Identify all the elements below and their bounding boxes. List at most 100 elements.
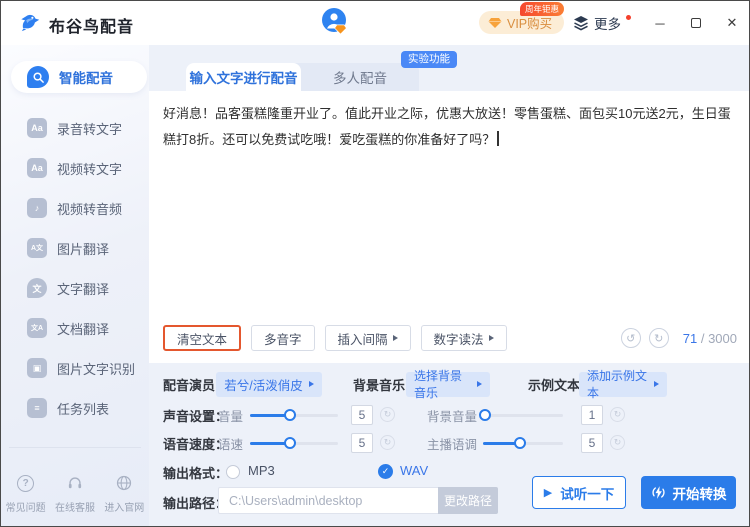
voice-actor-select[interactable]: 若兮/活泼俏皮 (216, 371, 322, 397)
sidebar-footer: ? 常见问题 在线客服 进入官网 (1, 473, 149, 514)
sample-text-select[interactable]: 添加示例文本 (579, 369, 667, 400)
question-icon: ? (17, 474, 35, 492)
sidebar-item-ocr[interactable]: ▣ 图片文字识别 (1, 348, 149, 388)
text-cursor (497, 131, 499, 146)
sidebar-item-label: 智能配音 (59, 71, 113, 86)
online-support-button[interactable]: 在线客服 (55, 473, 95, 514)
sidebar: 智能配音 Aa 录音转文字 Aa 视频转文字 ♪ 视频转音频 A文 图片翻译 文… (1, 45, 149, 526)
sidebar-item-smart-dubbing[interactable]: 智能配音 (11, 61, 147, 93)
wav-radio-checked-icon[interactable]: ✓ (378, 464, 393, 479)
play-icon: ▶ (543, 487, 553, 499)
polyphonic-button[interactable]: 多音字 (251, 325, 315, 351)
sidebar-item-label: 视频转音频 (57, 201, 123, 217)
speed-settings-row: 语音速度： 语速 5 ↻ 主播语调 5 ↻ (149, 430, 749, 456)
anniversary-badge: 周年钜惠 (520, 2, 565, 16)
speed-reset-icon[interactable]: ↻ (380, 435, 395, 450)
speed-slider[interactable] (250, 437, 338, 449)
sidebar-item-label: 录音转文字 (57, 121, 123, 137)
caret-right-icon (392, 335, 398, 341)
sidebar-item-video-to-audio[interactable]: ♪ 视频转音频 (1, 188, 149, 228)
speed-label: 语速 (218, 437, 244, 452)
wav-label[interactable]: WAV (400, 463, 428, 478)
voice-actor-row: 配音演员： 若兮/活泼俏皮 背景音乐 选择背景音乐 示例文本 添加示例文本 (149, 369, 749, 400)
volume-slider-knob[interactable] (284, 409, 297, 421)
output-format-label: 输出格式： (163, 465, 229, 481)
bg-volume-slider[interactable] (479, 409, 563, 421)
insert-pause-button[interactable]: 插入间隔 (324, 325, 411, 351)
caret-right-icon (654, 381, 659, 387)
image-translate-icon: A文 (27, 238, 47, 258)
sidebar-item-image-translate[interactable]: A文 图片翻译 (1, 228, 149, 268)
sidebar-item-audio-to-text[interactable]: Aa 录音转文字 (1, 108, 149, 148)
change-path-button[interactable]: 更改路径 (438, 487, 498, 514)
undo-icon[interactable]: ↺ (620, 328, 641, 348)
redo-icon[interactable]: ↻ (648, 328, 669, 348)
tab-text-dubbing[interactable]: 输入文字进行配音 (186, 63, 301, 91)
bg-volume-reset-icon[interactable]: ↻ (610, 407, 625, 422)
video-to-text-icon: Aa (27, 158, 47, 178)
tone-reset-icon[interactable]: ↻ (610, 435, 625, 450)
experimental-feature-badge: 实验功能 (401, 51, 457, 68)
doc-translate-icon: 文A (27, 318, 47, 338)
sample-text-label: 示例文本 (528, 377, 581, 393)
bg-volume-slider-knob[interactable] (479, 409, 491, 421)
sidebar-item-label: 视频转文字 (57, 161, 123, 177)
clear-text-button[interactable]: 清空文本 (163, 325, 242, 351)
bgm-label: 背景音乐 (353, 377, 406, 393)
official-website-button[interactable]: 进入官网 (104, 473, 144, 514)
caret-right-icon (308, 381, 314, 387)
tone-label: 主播语调 (427, 437, 478, 452)
tab-multi-voice[interactable]: 多人配音 (301, 63, 419, 91)
volume-value: 5 (351, 405, 373, 425)
vip-gem-icon (488, 17, 502, 28)
caret-right-icon (488, 335, 494, 341)
audio-to-text-icon: Aa (27, 118, 47, 138)
sidebar-item-task-list[interactable]: ≡ 任务列表 (1, 388, 149, 428)
caret-right-icon (477, 381, 482, 387)
user-avatar[interactable] (321, 7, 351, 39)
more-label: 更多 (594, 17, 621, 32)
volume-reset-icon[interactable]: ↻ (380, 407, 395, 422)
maximize-icon (691, 17, 701, 28)
more-menu-button[interactable]: 更多 (573, 13, 631, 33)
sidebar-item-label: 图片文字识别 (57, 361, 136, 377)
titlebar: 布谷鸟配音 VIP购买 周年钜惠 更多 ─ ✕ (1, 1, 749, 45)
dubbing-text-input[interactable]: 好消息！品客蛋糕隆重开业了。值此开业之际，优惠大放送！零售蛋糕、面包买10元送2… (163, 101, 739, 153)
sidebar-divider (9, 447, 141, 448)
preview-button[interactable]: ▶ 试听一下 (532, 476, 626, 509)
sound-settings-row: 声音设置： 音量 5 ↻ 背景音量 1 ↻ (149, 402, 749, 428)
mp3-label[interactable]: MP3 (248, 463, 275, 478)
close-button[interactable]: ✕ (725, 15, 739, 31)
volume-slider[interactable] (250, 409, 338, 421)
start-convert-button[interactable]: 开始转换 (641, 476, 736, 509)
avatar-vip-badge-icon (334, 24, 347, 35)
speed-value: 5 (351, 433, 373, 453)
headset-icon (65, 473, 85, 493)
mp3-radio[interactable] (226, 465, 240, 479)
app-logo-bird-icon (21, 14, 40, 32)
text-editor-panel: 好消息！品客蛋糕隆重开业了。值此开业之际，优惠大放送！零售蛋糕、面包买10元送2… (149, 91, 749, 363)
sidebar-item-label: 文档翻译 (57, 321, 110, 337)
char-counter: 71 / 3000 (682, 330, 737, 346)
app-window: 布谷鸟配音 VIP购买 周年钜惠 更多 ─ ✕ 智能配音 Aa 录音转文字 Aa… (0, 0, 750, 527)
output-path-input[interactable] (218, 487, 438, 514)
tone-slider[interactable] (483, 437, 563, 449)
tab-bar: 输入文字进行配音 多人配音 (186, 63, 419, 91)
bgm-select[interactable]: 选择背景音乐 (406, 369, 490, 400)
layers-stack-icon (574, 16, 588, 31)
sidebar-item-label: 文字翻译 (57, 281, 110, 297)
minimize-button[interactable]: ─ (653, 16, 667, 31)
number-reading-button[interactable]: 数字读法 (420, 325, 507, 351)
sidebar-item-text-translate[interactable]: 文 文字翻译 (1, 268, 149, 308)
faq-button[interactable]: ? 常见问题 (6, 473, 46, 514)
sidebar-item-doc-translate[interactable]: 文A 文档翻译 (1, 308, 149, 348)
bg-volume-label: 背景音量 (427, 409, 478, 424)
video-to-audio-icon: ♪ (27, 198, 47, 218)
speed-slider-knob[interactable] (284, 437, 297, 449)
notification-dot (626, 15, 631, 20)
volume-label: 音量 (218, 409, 244, 424)
globe-icon (114, 473, 134, 493)
tone-slider-knob[interactable] (513, 437, 526, 449)
maximize-button[interactable] (689, 16, 703, 31)
sidebar-item-video-to-text[interactable]: Aa 视频转文字 (1, 148, 149, 188)
